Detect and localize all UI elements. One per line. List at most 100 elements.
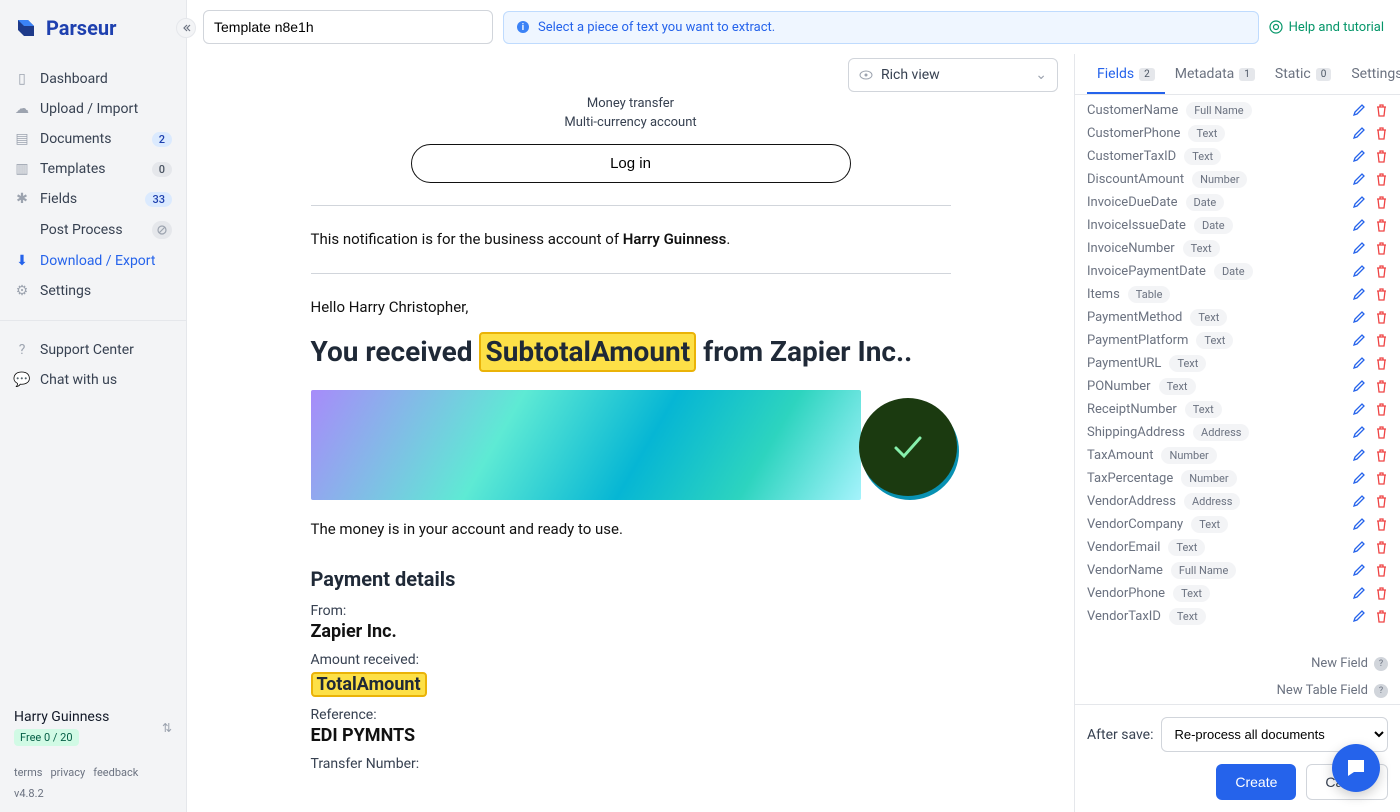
field-row[interactable]: PaymentMethodText — [1087, 306, 1388, 329]
delete-icon[interactable] — [1375, 449, 1388, 462]
field-row[interactable]: VendorNameFull Name — [1087, 559, 1388, 582]
sidebar-item-post-process[interactable]: Post Process — [0, 214, 186, 246]
field-row[interactable]: PaymentPlatformText — [1087, 329, 1388, 352]
edit-icon[interactable] — [1352, 564, 1365, 577]
field-row[interactable]: InvoicePaymentDateDate — [1087, 260, 1388, 283]
delete-icon[interactable] — [1375, 311, 1388, 324]
sidebar-item-chat-with-us[interactable]: 💬Chat with us — [0, 365, 186, 395]
delete-icon[interactable] — [1375, 610, 1388, 623]
edit-icon[interactable] — [1352, 380, 1365, 393]
updown-icon[interactable]: ⇅ — [162, 721, 172, 735]
field-row[interactable]: PONumberText — [1087, 375, 1388, 398]
help-icon[interactable]: ? — [1374, 684, 1388, 698]
delete-icon[interactable] — [1375, 196, 1388, 209]
user-block[interactable]: Harry Guinness Free 0 / 20 ⇅ — [14, 703, 172, 752]
edit-icon[interactable] — [1352, 426, 1365, 439]
new-field-link[interactable]: New Field? — [1075, 650, 1400, 677]
edit-icon[interactable] — [1352, 242, 1365, 255]
field-row[interactable]: CustomerTaxIDText — [1087, 145, 1388, 168]
edit-icon[interactable] — [1352, 518, 1365, 531]
field-row[interactable]: PaymentURLText — [1087, 352, 1388, 375]
delete-icon[interactable] — [1375, 127, 1388, 140]
field-row[interactable]: VendorAddressAddress — [1087, 490, 1388, 513]
delete-icon[interactable] — [1375, 587, 1388, 600]
tab-static[interactable]: Static0 — [1265, 54, 1341, 94]
sidebar-item-upload-import[interactable]: ☁Upload / Import — [0, 94, 186, 124]
field-row[interactable]: VendorTaxIDText — [1087, 605, 1388, 628]
field-row[interactable]: ItemsTable — [1087, 283, 1388, 306]
field-row[interactable]: InvoiceDueDateDate — [1087, 191, 1388, 214]
create-button[interactable]: Create — [1216, 764, 1296, 800]
delete-icon[interactable] — [1375, 288, 1388, 301]
tab-metadata[interactable]: Metadata1 — [1165, 54, 1265, 94]
delete-icon[interactable] — [1375, 403, 1388, 416]
edit-icon[interactable] — [1352, 150, 1365, 163]
total-chip[interactable]: TotalAmount — [311, 672, 427, 697]
edit-icon[interactable] — [1352, 219, 1365, 232]
delete-icon[interactable] — [1375, 380, 1388, 393]
sidebar-item-documents[interactable]: ▤Documents2 — [0, 124, 186, 154]
field-row[interactable]: TaxAmountNumber — [1087, 444, 1388, 467]
footer-link[interactable]: v4.8.2 — [14, 787, 44, 800]
tab-fields[interactable]: Fields2 — [1087, 54, 1165, 94]
edit-icon[interactable] — [1352, 288, 1365, 301]
edit-icon[interactable] — [1352, 334, 1365, 347]
edit-icon[interactable] — [1352, 495, 1365, 508]
edit-icon[interactable] — [1352, 311, 1365, 324]
delete-icon[interactable] — [1375, 357, 1388, 370]
template-name-input[interactable] — [203, 10, 493, 44]
subtotal-chip[interactable]: SubtotalAmount — [479, 332, 696, 372]
delete-icon[interactable] — [1375, 426, 1388, 439]
edit-icon[interactable] — [1352, 541, 1365, 554]
view-selector[interactable]: Rich view ⌄ — [848, 58, 1058, 92]
delete-icon[interactable] — [1375, 104, 1388, 117]
tab-settings[interactable]: Settings — [1341, 54, 1400, 94]
field-row[interactable]: TaxPercentageNumber — [1087, 467, 1388, 490]
delete-icon[interactable] — [1375, 518, 1388, 531]
edit-icon[interactable] — [1352, 196, 1365, 209]
footer-link[interactable]: privacy — [50, 766, 85, 779]
login-button[interactable]: Log in — [411, 144, 851, 183]
edit-icon[interactable] — [1352, 449, 1365, 462]
field-row[interactable]: InvoiceNumberText — [1087, 237, 1388, 260]
collapse-sidebar-button[interactable] — [176, 18, 196, 38]
help-icon[interactable]: ? — [1374, 657, 1388, 671]
footer-link[interactable]: terms — [14, 766, 42, 779]
sidebar-item-support-center[interactable]: ?Support Center — [0, 335, 186, 365]
field-row[interactable]: DiscountAmountNumber — [1087, 168, 1388, 191]
edit-icon[interactable] — [1352, 403, 1365, 416]
delete-icon[interactable] — [1375, 150, 1388, 163]
logo[interactable]: Parseur — [0, 0, 186, 56]
edit-icon[interactable] — [1352, 173, 1365, 186]
sidebar-item-dashboard[interactable]: ▯Dashboard — [0, 64, 186, 94]
delete-icon[interactable] — [1375, 334, 1388, 347]
help-link[interactable]: Help and tutorial — [1269, 20, 1384, 35]
field-row[interactable]: CustomerPhoneText — [1087, 122, 1388, 145]
document-area[interactable]: Rich view ⌄ Money transfer Multi-currenc… — [187, 54, 1074, 812]
delete-icon[interactable] — [1375, 242, 1388, 255]
edit-icon[interactable] — [1352, 472, 1365, 485]
field-row[interactable]: ReceiptNumberText — [1087, 398, 1388, 421]
field-row[interactable]: VendorEmailText — [1087, 536, 1388, 559]
field-row[interactable]: ShippingAddressAddress — [1087, 421, 1388, 444]
chat-bubble[interactable] — [1332, 744, 1380, 792]
edit-icon[interactable] — [1352, 610, 1365, 623]
delete-icon[interactable] — [1375, 541, 1388, 554]
delete-icon[interactable] — [1375, 564, 1388, 577]
delete-icon[interactable] — [1375, 265, 1388, 278]
new-table-field-link[interactable]: New Table Field? — [1075, 677, 1400, 704]
edit-icon[interactable] — [1352, 127, 1365, 140]
sidebar-item-fields[interactable]: ✱Fields33 — [0, 184, 186, 214]
sidebar-item-templates[interactable]: ▥Templates0 — [0, 154, 186, 184]
field-row[interactable]: VendorPhoneText — [1087, 582, 1388, 605]
field-row[interactable]: InvoiceIssueDateDate — [1087, 214, 1388, 237]
sidebar-item-settings[interactable]: ⚙Settings — [0, 276, 186, 306]
delete-icon[interactable] — [1375, 495, 1388, 508]
edit-icon[interactable] — [1352, 357, 1365, 370]
edit-icon[interactable] — [1352, 587, 1365, 600]
edit-icon[interactable] — [1352, 104, 1365, 117]
field-row[interactable]: VendorCompanyText — [1087, 513, 1388, 536]
delete-icon[interactable] — [1375, 173, 1388, 186]
sidebar-item-download-export[interactable]: ⬇Download / Export — [0, 246, 186, 276]
footer-link[interactable]: feedback — [93, 766, 138, 779]
